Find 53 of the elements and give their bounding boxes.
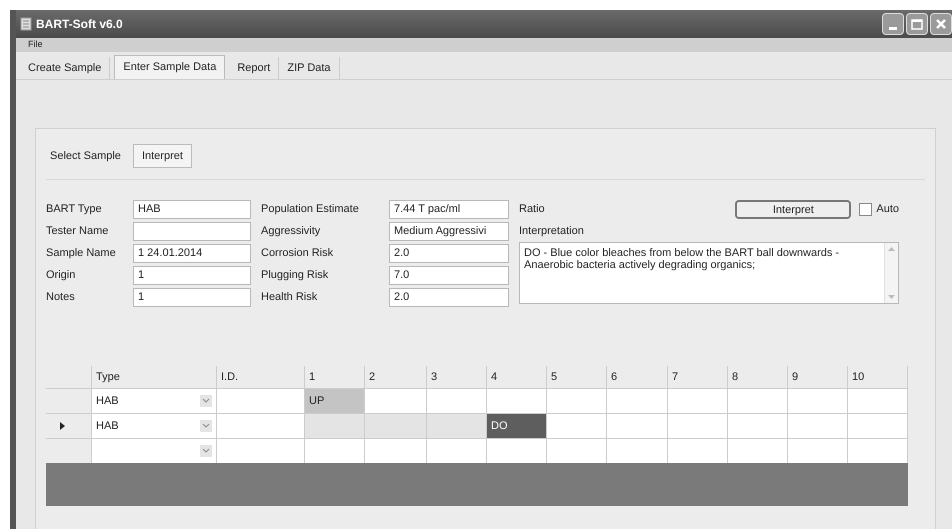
interpretation-label: Interpretation: [519, 224, 584, 239]
input-field[interactable]: HAB: [133, 200, 251, 218]
close-icon: [935, 18, 947, 30]
tab[interactable]: Create Sample: [20, 57, 110, 79]
input-field[interactable]: 1: [133, 288, 251, 306]
auto-checkbox[interactable]: [859, 202, 872, 216]
table-cell: UP: [305, 389, 365, 413]
field-label: Aggressivity: [261, 224, 322, 239]
minimize-button[interactable]: [882, 13, 904, 35]
maximize-button[interactable]: [906, 13, 928, 35]
input-field[interactable]: 7.0: [389, 266, 509, 284]
tab[interactable]: Report: [229, 57, 280, 79]
app-icon: [20, 17, 32, 31]
tab[interactable]: Select Sample: [46, 145, 125, 167]
interpretation-text-area[interactable]: DO - Blue color bleaches from below the BART ball downwards - Anaerobic bacteria actively degrading organics;: [519, 242, 899, 304]
interpret-button[interactable]: Interpret: [735, 200, 852, 218]
row-header[interactable]: [46, 389, 92, 413]
field-label: Notes: [46, 290, 76, 305]
tab[interactable]: ZIP Data: [279, 57, 340, 79]
input-field[interactable]: 1: [133, 266, 251, 284]
scrollbar[interactable]: [884, 243, 898, 303]
field-label: Health Risk: [261, 290, 318, 305]
window-title: BART-Soft v6.0: [36, 16, 123, 33]
field-label: Plugging Risk: [261, 268, 330, 283]
input-field[interactable]: 2.0: [389, 288, 509, 306]
field-label: BART Type: [46, 202, 103, 217]
dropdown-icon[interactable]: [200, 395, 212, 407]
field-label: Tester Name: [46, 224, 110, 239]
dropdown-icon[interactable]: [200, 445, 212, 457]
input-field[interactable]: Medium Aggressivi: [389, 222, 509, 240]
field-label: Corrosion Risk: [261, 246, 334, 261]
field-label: Population Estimate: [261, 202, 360, 217]
field-label: Sample Name: [46, 246, 117, 261]
tab[interactable]: Enter Sample Data: [114, 55, 226, 79]
tab[interactable]: Interpret: [132, 144, 192, 168]
table-cell: DO: [487, 414, 547, 438]
maximize-icon: [911, 18, 923, 30]
close-button[interactable]: [930, 13, 952, 35]
input-field[interactable]: 2.0: [389, 244, 509, 262]
scroll-down-icon: [888, 295, 895, 299]
minimize-icon: [889, 27, 897, 30]
auto-label: Auto: [876, 202, 899, 217]
row-header[interactable]: [46, 414, 92, 438]
current-row-icon: [60, 422, 65, 430]
ratio-label: Ratio: [519, 202, 545, 217]
dropdown-icon[interactable]: [200, 420, 212, 432]
row-header[interactable]: [46, 439, 92, 463]
scroll-up-icon: [888, 247, 895, 251]
input-field[interactable]: 7.44 T pac/ml: [389, 200, 509, 218]
input-field[interactable]: 1 24.01.2014: [133, 244, 251, 262]
field-label: Origin: [46, 268, 76, 283]
menu-item[interactable]: File: [28, 38, 43, 52]
input-field[interactable]: [133, 222, 251, 240]
